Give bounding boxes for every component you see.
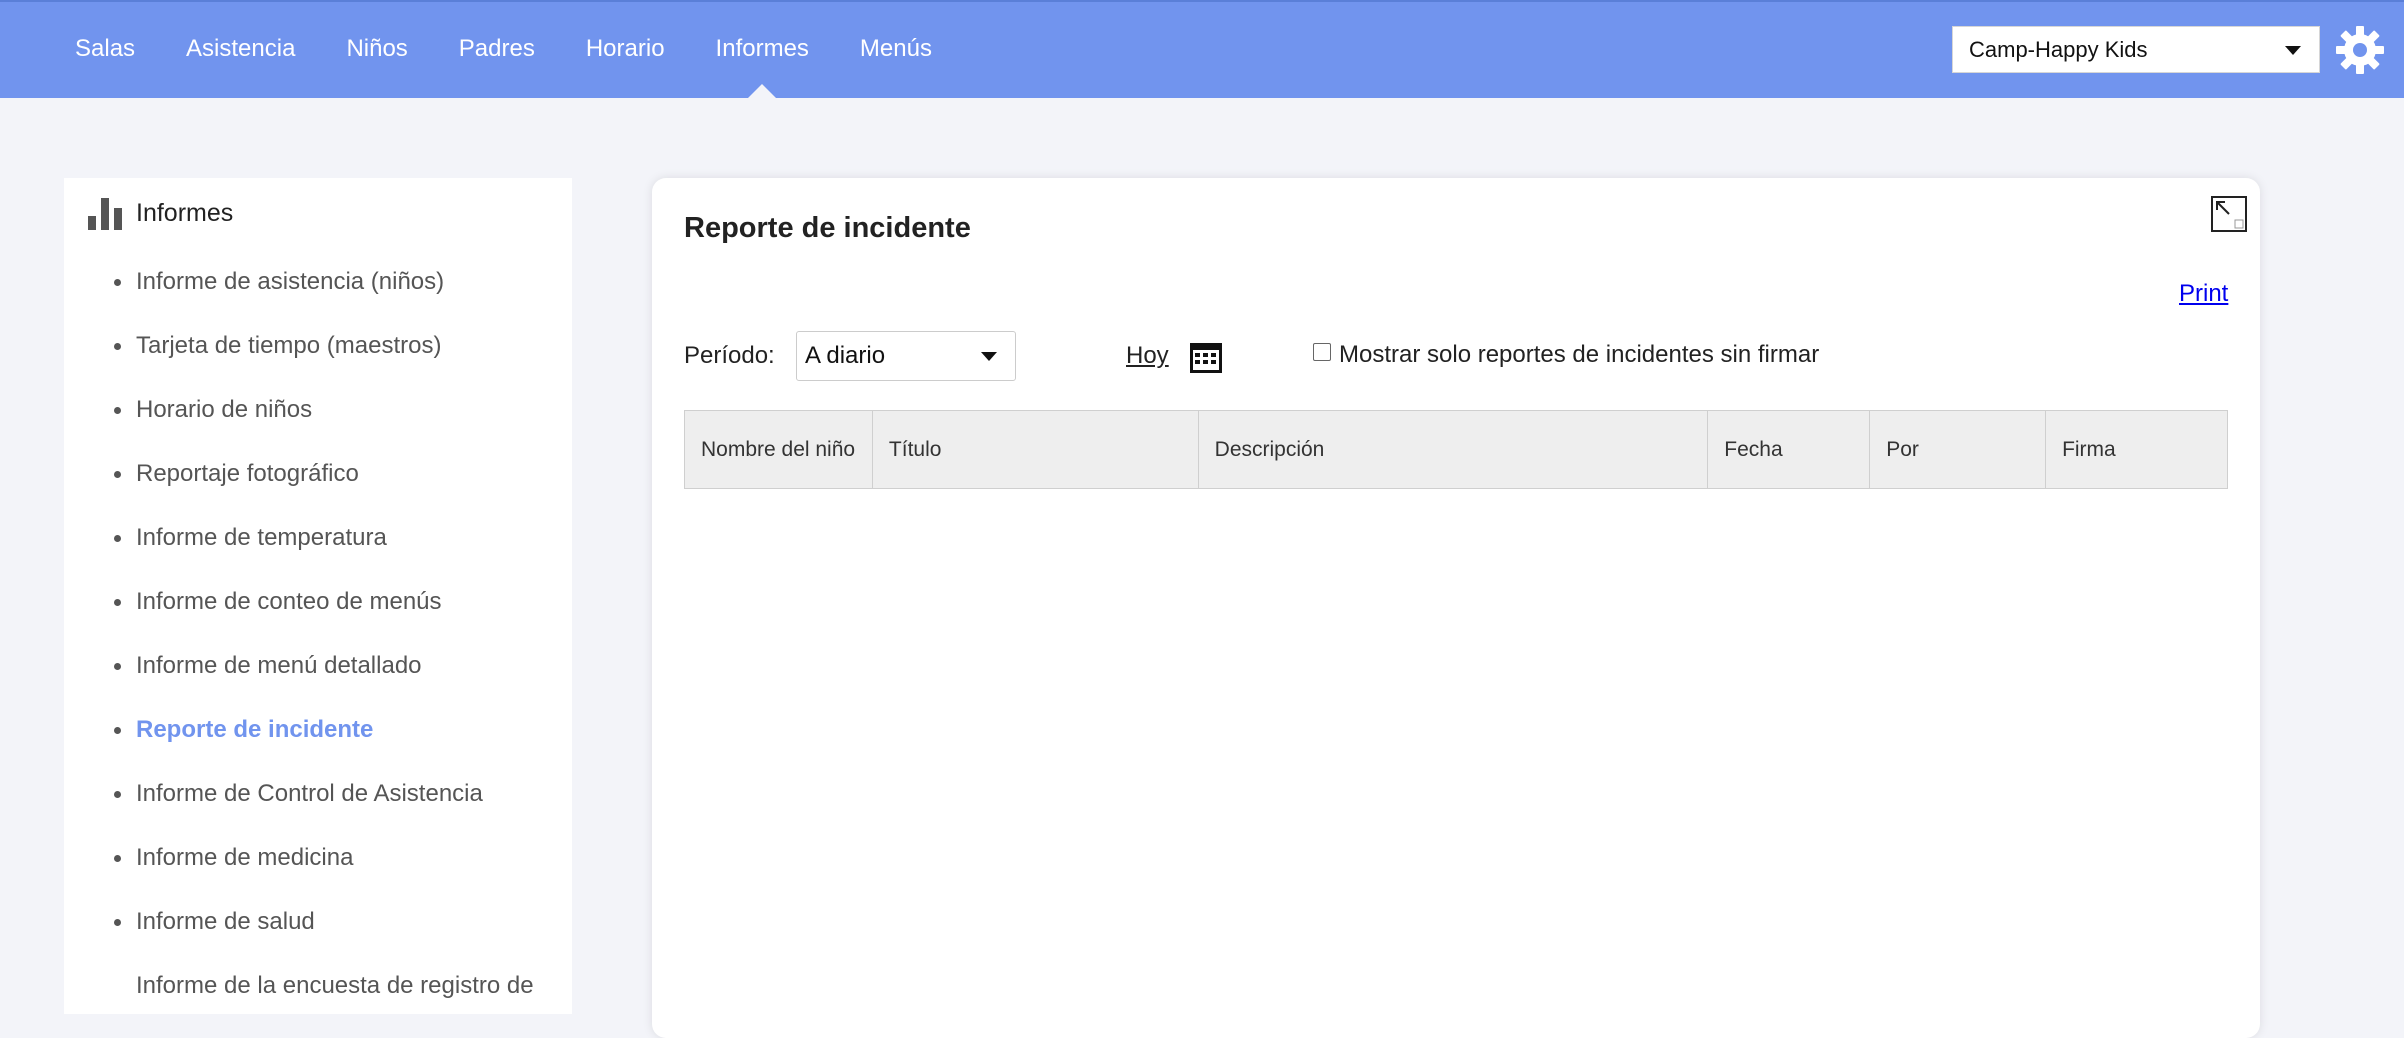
sidebar-item-encuesta-registro[interactable]: Informe de la encuesta de registro de [64, 954, 572, 1014]
column-header-nombre[interactable]: Nombre del niño [684, 410, 873, 489]
incident-table: Nombre del niño Título Descripción Fecha… [684, 410, 2228, 489]
column-header-por[interactable]: Por [1869, 410, 2047, 489]
sidebar-item-control-asistencia[interactable]: Informe de Control de Asistencia [64, 762, 572, 826]
sidebar-item-tarjeta-tiempo[interactable]: Tarjeta de tiempo (maestros) [64, 314, 572, 378]
center-select[interactable]: Camp-Happy Kids [1952, 26, 2320, 73]
center-select-value: Camp-Happy Kids [1969, 36, 2148, 62]
nav-item-horario[interactable]: Horario [586, 0, 665, 98]
nav-item-salas[interactable]: Salas [75, 0, 135, 98]
nav-item-padres[interactable]: Padres [459, 0, 535, 98]
main-nav: Salas Asistencia Niños Padres Horario In… [75, 0, 983, 99]
sidebar-item-reportaje-fotografico[interactable]: Reportaje fotográfico [64, 442, 572, 506]
nav-item-ninos[interactable]: Niños [346, 0, 407, 98]
period-select-value: A diario [805, 342, 886, 369]
nav-item-informes[interactable]: Informes [716, 0, 809, 99]
table-header-row: Nombre del niño Título Descripción Fecha… [684, 410, 2228, 489]
column-header-titulo[interactable]: Título [871, 410, 1199, 489]
sidebar-item-menu-detallado[interactable]: Informe de menú detallado [64, 634, 572, 698]
sidebar-list: Informe de asistencia (niños) Tarjeta de… [64, 250, 572, 1014]
page-title: Reporte de incidente [684, 212, 971, 244]
bar-chart-icon [88, 198, 122, 230]
sidebar-title: Informes [136, 198, 234, 227]
sidebar-item-asistencia-ninos[interactable]: Informe de asistencia (niños) [64, 250, 572, 314]
top-navigation-bar: Salas Asistencia Niños Padres Horario In… [0, 0, 2404, 99]
reports-sidebar: Informes Informe de asistencia (niños) T… [64, 178, 572, 1014]
sidebar-item-conteo-menus[interactable]: Informe de conteo de menús [64, 570, 572, 634]
expand-icon[interactable] [2211, 196, 2247, 232]
period-label: Período: [684, 342, 775, 369]
column-header-fecha[interactable]: Fecha [1707, 410, 1871, 489]
chevron-down-icon [981, 352, 997, 361]
sidebar-item-medicina[interactable]: Informe de medicina [64, 826, 572, 890]
today-link[interactable]: Hoy [1126, 342, 1169, 370]
sidebar-item-reporte-incidente[interactable]: Reporte de incidente [64, 698, 572, 762]
sidebar-item-temperatura[interactable]: Informe de temperatura [64, 506, 572, 570]
sidebar-item-salud[interactable]: Informe de salud [64, 890, 572, 954]
print-link[interactable]: Print [2179, 280, 2228, 308]
nav-item-menus[interactable]: Menús [860, 0, 932, 98]
unsigned-only-checkbox[interactable] [1313, 343, 1331, 361]
column-header-firma[interactable]: Firma [2045, 410, 2228, 489]
gear-icon[interactable] [2334, 24, 2386, 76]
sidebar-item-horario-ninos[interactable]: Horario de niños [64, 378, 572, 442]
period-select[interactable]: A diario [796, 331, 1016, 381]
unsigned-only-label: Mostrar solo reportes de incidentes sin … [1339, 341, 1820, 368]
column-header-descripcion[interactable]: Descripción [1197, 410, 1709, 489]
chevron-down-icon [2285, 46, 2301, 55]
nav-item-asistencia[interactable]: Asistencia [186, 0, 295, 98]
sidebar-header: Informes [88, 196, 233, 230]
report-card: Reporte de incidente Print Período: A di… [652, 178, 2260, 1038]
calendar-icon[interactable] [1189, 342, 1223, 374]
